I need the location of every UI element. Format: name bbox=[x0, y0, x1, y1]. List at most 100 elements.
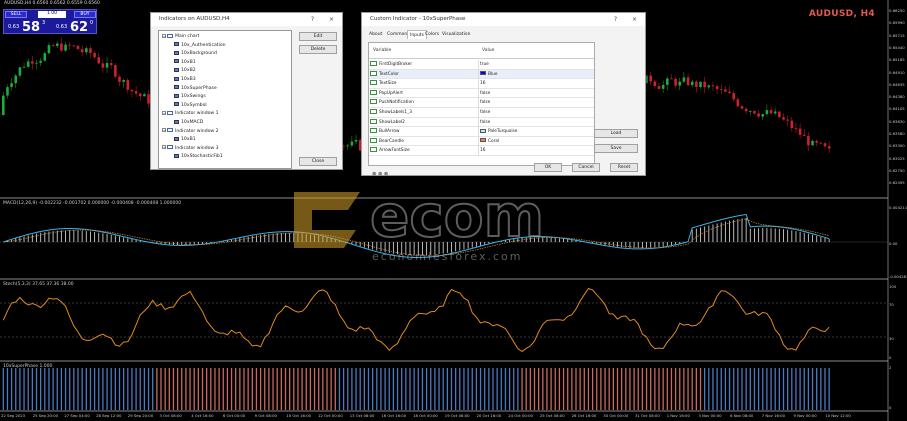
delete-button[interactable]: Delete bbox=[299, 45, 337, 54]
time-tick: 25 Sep 20:00 bbox=[32, 413, 59, 418]
buy-button[interactable]: BUY bbox=[74, 11, 96, 18]
time-tick: 9 Oct 08:00 bbox=[254, 413, 277, 418]
save-button[interactable]: Save bbox=[594, 144, 638, 153]
candle-body bbox=[649, 75, 652, 82]
tree-indicator-item[interactable]: 10xB1 bbox=[174, 59, 196, 67]
variable-name: ArrowFontSize bbox=[370, 146, 477, 155]
collapse-icon[interactable]: − bbox=[162, 128, 166, 133]
tree-indicator-item[interactable]: 10xB2 bbox=[174, 67, 196, 75]
candle-body bbox=[43, 53, 47, 61]
buy-price-big[interactable]: 62 bbox=[70, 20, 88, 35]
tree-indicator-item[interactable]: 10xSwings bbox=[174, 93, 206, 101]
input-row[interactable]: ShowLabels1_3 false bbox=[369, 108, 594, 118]
input-row[interactable]: PushNotification false bbox=[369, 98, 594, 108]
variable-value-text: 16 bbox=[480, 148, 486, 154]
input-row[interactable]: BullArrow PaleTurquoise bbox=[369, 127, 594, 137]
ok-button[interactable]: OK bbox=[534, 163, 562, 172]
tree-item-label: Indicator window 3 bbox=[175, 145, 219, 151]
time-tick: 31 Oct 08:00 bbox=[635, 413, 660, 418]
macd-tick: 0.004211 bbox=[889, 205, 907, 210]
collapse-icon[interactable]: − bbox=[162, 33, 166, 38]
time-tick: 9 Nov 00:00 bbox=[793, 413, 817, 418]
candle-body bbox=[22, 66, 26, 68]
input-row[interactable]: ShowLabel2 false bbox=[369, 117, 594, 128]
variable-name: BullArrow bbox=[370, 127, 477, 136]
grid-header: Variable Value bbox=[369, 43, 594, 59]
tree-indicator-item[interactable]: 10xB3 bbox=[174, 76, 196, 84]
time-tick: 24 Oct 00:00 bbox=[508, 413, 533, 418]
input-row[interactable]: BearCandle Coral bbox=[369, 136, 594, 147]
variable-value[interactable]: false bbox=[478, 88, 490, 98]
inputs-grid[interactable]: Variable Value FirstDigitBroker true TextC… bbox=[368, 42, 595, 166]
price-axis[interactable]: 0.66250 0.65990 0.65715 0.65440 0.65185 0.649… bbox=[888, 0, 907, 421]
variable-value[interactable]: 16 bbox=[478, 79, 485, 89]
tree-indicator-item[interactable]: 10x_Authentication bbox=[174, 42, 226, 50]
tree-indicator-item[interactable]: 10xSymbol bbox=[174, 102, 207, 110]
price-tick: 0.63580 bbox=[889, 131, 905, 136]
variable-value[interactable]: 16 bbox=[478, 146, 486, 156]
input-row[interactable]: TextSize 16 bbox=[369, 79, 594, 89]
time-tick: 26 Oct 16:00 bbox=[571, 413, 597, 418]
collapse-icon[interactable]: − bbox=[162, 145, 166, 150]
tab-colors[interactable]: Colors bbox=[423, 30, 441, 39]
help-icon[interactable]: ? bbox=[614, 13, 617, 26]
tree-indicator-item[interactable]: 10xSuperPhase bbox=[174, 85, 217, 93]
close-icon[interactable]: × bbox=[329, 13, 334, 26]
sell-button[interactable]: SELL bbox=[5, 11, 27, 18]
close-button[interactable]: Close bbox=[299, 157, 337, 166]
variable-value[interactable]: false bbox=[478, 98, 490, 108]
close-icon[interactable]: × bbox=[632, 13, 637, 26]
tab-common[interactable]: Common bbox=[385, 30, 409, 39]
tree-folder[interactable]: − Indicator window 1 bbox=[162, 110, 219, 118]
price-tick: 0.63830 bbox=[889, 118, 905, 124]
variable-value[interactable]: true bbox=[478, 60, 489, 69]
candle-body bbox=[732, 93, 735, 100]
reset-button[interactable]: Reset bbox=[610, 163, 638, 172]
price-tick: 0.65185 bbox=[889, 57, 905, 63]
variable-value[interactable]: PaleTurquoise bbox=[478, 127, 517, 137]
input-row[interactable]: TextColor Blue bbox=[369, 69, 594, 80]
cancel-button[interactable]: Cancel bbox=[572, 163, 600, 172]
input-row[interactable]: ArrowFontSize 16 bbox=[369, 146, 594, 156]
lot-size-input[interactable]: 1.00 bbox=[38, 11, 66, 18]
candle-body bbox=[740, 106, 744, 109]
variable-value[interactable]: Blue bbox=[478, 69, 498, 79]
color-swatch bbox=[480, 138, 486, 143]
candle-body bbox=[6, 87, 9, 96]
tree-indicator-item[interactable]: 10xMACD bbox=[174, 119, 203, 127]
indicator-icon bbox=[174, 119, 179, 124]
input-row[interactable]: PopUpAlert false bbox=[369, 88, 594, 99]
variable-value[interactable]: false bbox=[478, 108, 490, 117]
sell-price-big[interactable]: 58 bbox=[22, 20, 40, 35]
candle-body bbox=[130, 89, 134, 92]
collapse-icon[interactable]: − bbox=[162, 110, 166, 115]
tab-about[interactable]: About bbox=[367, 30, 384, 39]
input-row[interactable]: FirstDigitBroker true bbox=[369, 60, 594, 70]
tree-folder[interactable]: − Indicator window 2 bbox=[162, 128, 219, 136]
parameter-icon bbox=[370, 147, 377, 153]
tree-item-label: Indicator window 1 bbox=[175, 111, 219, 117]
tree-item-label: 10xMACD bbox=[181, 120, 204, 125]
indicator-icon bbox=[174, 85, 179, 90]
load-button[interactable]: Load bbox=[594, 129, 638, 138]
help-icon[interactable]: ? bbox=[311, 13, 314, 26]
candle-body bbox=[85, 48, 88, 53]
candle-body bbox=[749, 110, 752, 112]
tree-indicator-item[interactable]: 10xStochasticFib1 bbox=[174, 153, 223, 161]
time-axis[interactable]: 22 Sep 2023 25 Sep 20:00 27 Sep 04:00 28 Se… bbox=[0, 411, 888, 421]
tree-folder[interactable]: − Main chart bbox=[162, 33, 199, 41]
tree-indicator-item[interactable]: 10xB1 bbox=[174, 136, 196, 144]
tree-folder[interactable]: − Indicator window 3 bbox=[162, 145, 219, 153]
variable-value[interactable]: false bbox=[478, 117, 490, 127]
edit-button[interactable]: Edit bbox=[299, 32, 337, 41]
parameter-icon bbox=[370, 80, 377, 86]
tree-indicator-item[interactable]: 10xBackground bbox=[174, 50, 217, 58]
candle-body bbox=[134, 91, 138, 94]
time-tick: 4 Oct 16:00 bbox=[191, 413, 214, 418]
tab-visualization[interactable]: Visualization bbox=[440, 30, 472, 39]
candle-body bbox=[798, 128, 802, 135]
candle-body bbox=[765, 110, 769, 115]
price-tick: 0.64635 bbox=[889, 81, 905, 87]
variable-value[interactable]: Coral bbox=[478, 136, 499, 146]
indicator-tree[interactable]: − Main chart 10x_Authentication 10xBackgrou… bbox=[158, 30, 292, 169]
